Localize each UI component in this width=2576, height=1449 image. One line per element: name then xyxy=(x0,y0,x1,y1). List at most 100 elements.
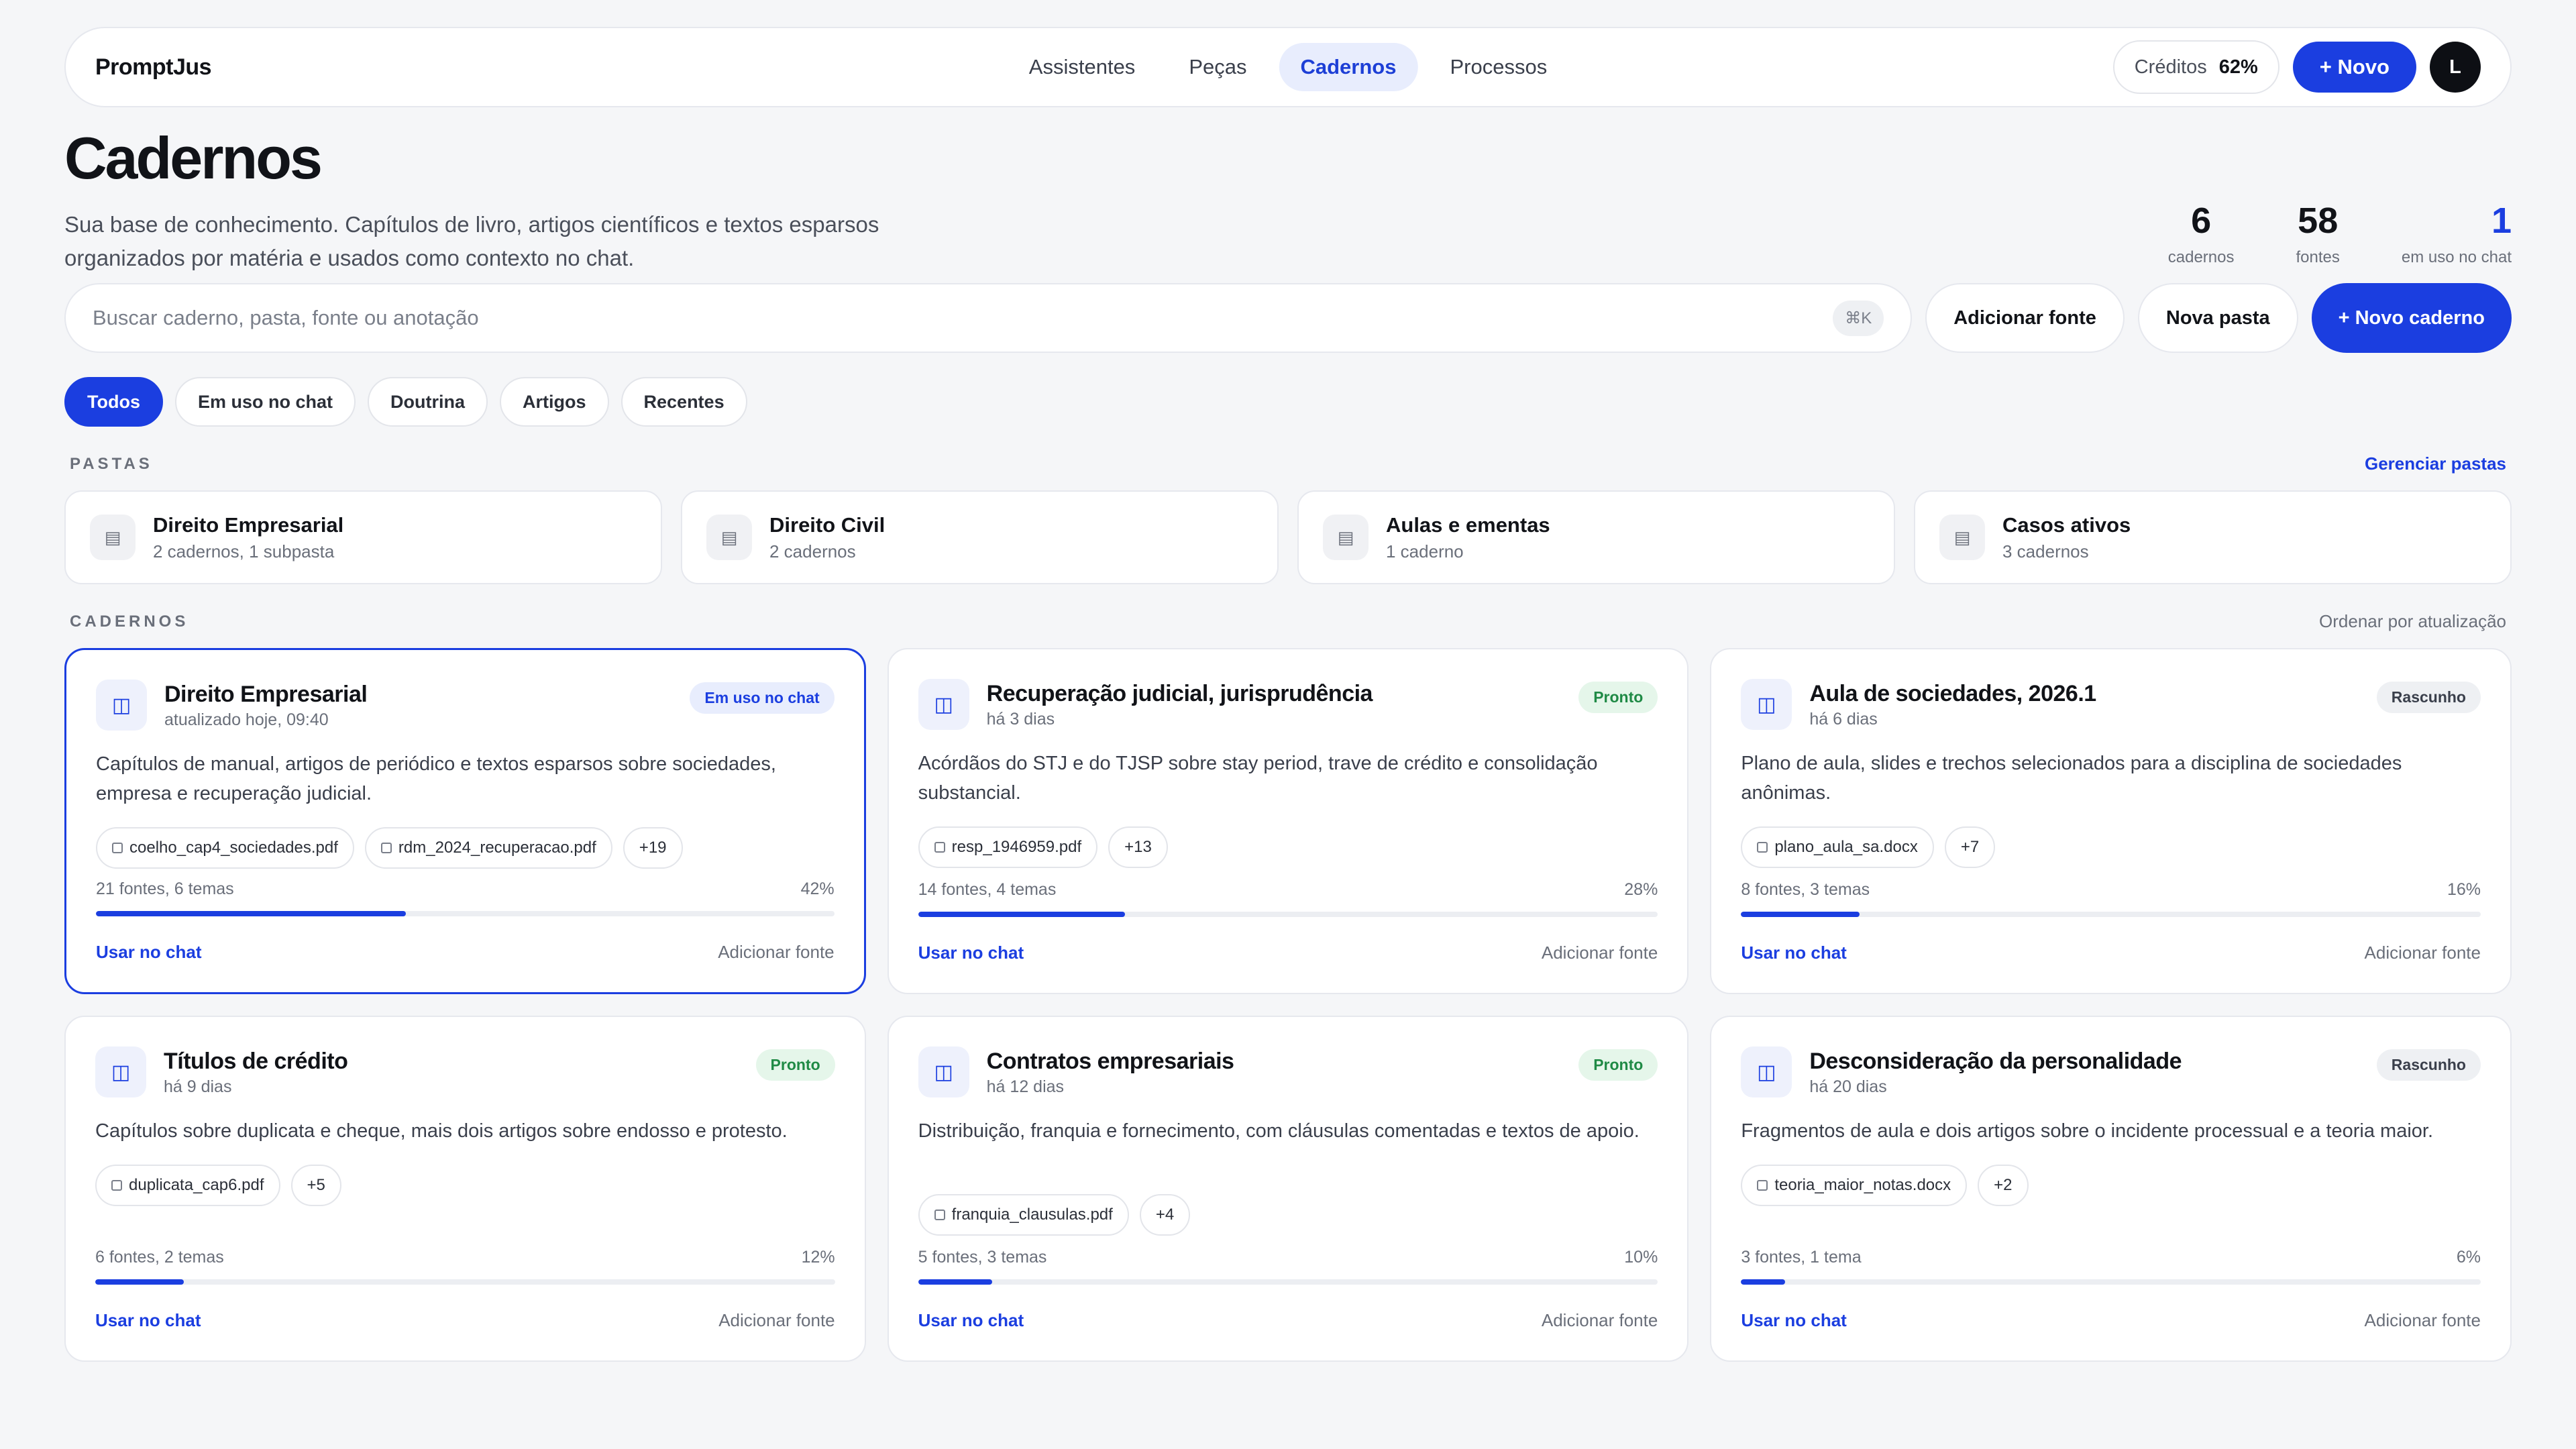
use-in-chat-link[interactable]: Usar no chat xyxy=(1741,1310,1847,1331)
sort-control[interactable]: Ordenar por atualização xyxy=(2319,611,2506,632)
avatar[interactable]: L xyxy=(2430,42,2481,93)
notebook-description: Distribuição, franquia e fornecimento, c… xyxy=(918,1120,1640,1142)
notebook-card[interactable]: ◫ Contratos empresariais há 12 dias Pron… xyxy=(887,1016,1689,1362)
file-chip[interactable]: plano_aula_sa.docx xyxy=(1741,826,1934,868)
folder-subtitle: 2 cadernos, 1 subpasta xyxy=(153,541,335,561)
notebook-card[interactable]: ◫ Títulos de crédito há 9 dias Pronto Ca… xyxy=(64,1016,866,1362)
nav-link-assistentes[interactable]: Assistentes xyxy=(1008,43,1157,91)
stat-label: cadernos xyxy=(2167,248,2235,266)
notebook-icon: ◫ xyxy=(96,680,147,731)
page-subtitle: Sua base de conhecimento. Capítulos de l… xyxy=(64,212,879,270)
filter-todos[interactable]: Todos xyxy=(64,377,163,427)
search-input[interactable] xyxy=(93,306,1833,330)
progress-fill xyxy=(1741,912,1860,917)
filter-em-uso[interactable]: Em uso no chat xyxy=(174,377,356,427)
add-source-link[interactable]: Adicionar fonte xyxy=(718,1310,835,1331)
notebook-description: Acórdãos do STJ e do TJSP sobre stay per… xyxy=(918,753,1598,804)
add-source-link[interactable]: Adicionar fonte xyxy=(718,942,834,963)
status-badge: Rascunho xyxy=(2376,1049,2481,1081)
notebook-title: Aula de sociedades, 2026.1 xyxy=(1809,681,2096,706)
manage-folders-link[interactable]: Gerenciar pastas xyxy=(2365,453,2506,474)
file-name: teoria_maior_notas.docx xyxy=(1774,1176,1951,1194)
file-chip[interactable]: resp_1946959.pdf xyxy=(918,826,1098,868)
file-name: plano_aula_sa.docx xyxy=(1774,838,1918,856)
use-in-chat-link[interactable]: Usar no chat xyxy=(96,942,202,963)
filter-artigos[interactable]: Artigos xyxy=(500,377,609,427)
more-files-chip[interactable]: +4 xyxy=(1139,1194,1191,1236)
use-in-chat-link[interactable]: Usar no chat xyxy=(918,943,1024,963)
folder-card[interactable]: ▤ Aulas e ementas 1 caderno xyxy=(1297,490,1895,584)
use-in-chat-link[interactable]: Usar no chat xyxy=(1741,943,1847,963)
notebook-title: Títulos de crédito xyxy=(164,1049,348,1074)
file-icon xyxy=(1757,842,1768,853)
notebook-updated: há 9 dias xyxy=(164,1077,232,1096)
notebook-updated: atualizado hoje, 09:40 xyxy=(164,710,329,729)
new-notebook-button[interactable]: + Novo caderno xyxy=(2311,283,2512,353)
notebooks-label: CADERNOS xyxy=(70,612,189,631)
add-source-link[interactable]: Adicionar fonte xyxy=(1542,943,1658,963)
folder-card[interactable]: ▤ Direito Civil 2 cadernos xyxy=(681,490,1279,584)
folder-title: Direito Empresarial xyxy=(153,513,344,537)
new-button[interactable]: + Novo xyxy=(2292,42,2416,93)
add-source-button[interactable]: Adicionar fonte xyxy=(1925,283,2125,353)
more-files-chip[interactable]: +13 xyxy=(1108,826,1168,868)
notebook-description: Plano de aula, slides e trechos selecion… xyxy=(1741,753,2402,804)
credits-label: Créditos xyxy=(2134,56,2207,78)
folder-card[interactable]: ▤ Direito Empresarial 2 cadernos, 1 subp… xyxy=(64,490,662,584)
nav-link-cadernos[interactable]: Cadernos xyxy=(1279,43,1418,91)
folder-card[interactable]: ▤ Casos ativos 3 cadernos xyxy=(1914,490,2512,584)
more-files-chip[interactable]: +2 xyxy=(1978,1165,2029,1206)
notebook-title: Contratos empresariais xyxy=(986,1049,1234,1074)
file-chips: duplicata_cap6.pdf +5 xyxy=(95,1165,835,1206)
notebook-card[interactable]: ◫ Recuperação judicial, jurisprudência h… xyxy=(887,648,1689,994)
file-chip[interactable]: teoria_maior_notas.docx xyxy=(1741,1165,1968,1206)
file-chips: teoria_maior_notas.docx +2 xyxy=(1741,1165,2481,1206)
add-source-link[interactable]: Adicionar fonte xyxy=(2365,1310,2481,1331)
file-name: duplicata_cap6.pdf xyxy=(129,1176,264,1194)
status-badge: Pronto xyxy=(1578,1049,1658,1081)
progress-fill xyxy=(96,911,407,916)
file-chip[interactable]: duplicata_cap6.pdf xyxy=(95,1165,280,1206)
nav-link-pecas[interactable]: Peças xyxy=(1167,43,1268,91)
use-in-chat-link[interactable]: Usar no chat xyxy=(918,1310,1024,1331)
use-in-chat-link[interactable]: Usar no chat xyxy=(95,1310,201,1331)
filter-doutrina[interactable]: Doutrina xyxy=(368,377,488,427)
file-chip[interactable]: rdm_2024_recuperacao.pdf xyxy=(364,827,612,869)
notebook-title: Recuperação judicial, jurisprudência xyxy=(986,681,1373,706)
file-chip[interactable]: coelho_cap4_sociedades.pdf xyxy=(96,827,354,869)
folders-label: PASTAS xyxy=(70,454,153,473)
file-chip[interactable]: franquia_clausulas.pdf xyxy=(918,1194,1129,1236)
more-files-chip[interactable]: +5 xyxy=(290,1165,341,1206)
filter-recentes[interactable]: Recentes xyxy=(621,377,747,427)
search-row: ⌘K Adicionar fonte Nova pasta + Novo cad… xyxy=(64,283,2512,353)
more-files-chip[interactable]: +19 xyxy=(623,827,683,869)
notebook-card-header: ◫ Direito Empresarial atualizado hoje, 0… xyxy=(96,680,835,731)
new-folder-button[interactable]: Nova pasta xyxy=(2137,283,2298,353)
file-name: coelho_cap4_sociedades.pdf xyxy=(129,839,338,857)
file-name: resp_1946959.pdf xyxy=(951,838,1082,856)
notebook-card[interactable]: ◫ Desconsideração da personalidade há 20… xyxy=(1710,1016,2512,1362)
top-navbar: PromptJus Assistentes Peças Cadernos Pro… xyxy=(64,27,2512,107)
status-badge: Pronto xyxy=(755,1049,835,1081)
nav-link-processos[interactable]: Processos xyxy=(1428,43,1568,91)
folder-icon: ▤ xyxy=(90,515,136,560)
stat-value: 1 xyxy=(2491,201,2512,241)
folders-header: PASTAS Gerenciar pastas xyxy=(64,453,2512,474)
notebook-card[interactable]: ◫ Aula de sociedades, 2026.1 há 6 dias R… xyxy=(1710,648,2512,994)
folder-title: Direito Civil xyxy=(769,513,885,537)
credits-indicator[interactable]: Créditos 62% xyxy=(2112,40,2279,94)
add-source-link[interactable]: Adicionar fonte xyxy=(2365,943,2481,963)
stat-label: em uso no chat xyxy=(2401,248,2512,266)
page-title: Cadernos xyxy=(64,125,323,191)
add-source-link[interactable]: Adicionar fonte xyxy=(1542,1310,1658,1331)
folder-title: Casos ativos xyxy=(2002,513,2131,537)
progress-fill xyxy=(1741,1279,1786,1285)
notebook-card-header: ◫ Contratos empresariais há 12 dias Pron… xyxy=(918,1046,1658,1097)
page: PromptJus Assistentes Peças Cadernos Pro… xyxy=(64,27,2512,1362)
brand-logo[interactable]: PromptJus xyxy=(95,54,212,80)
status-badge: Pronto xyxy=(1578,682,1658,713)
more-files-chip[interactable]: +7 xyxy=(1944,826,1996,868)
notebook-card[interactable]: ◫ Direito Empresarial atualizado hoje, 0… xyxy=(64,648,866,994)
notebook-meta: 5 fontes, 3 temas xyxy=(918,1248,1047,1267)
folder-icon: ▤ xyxy=(1323,515,1368,560)
